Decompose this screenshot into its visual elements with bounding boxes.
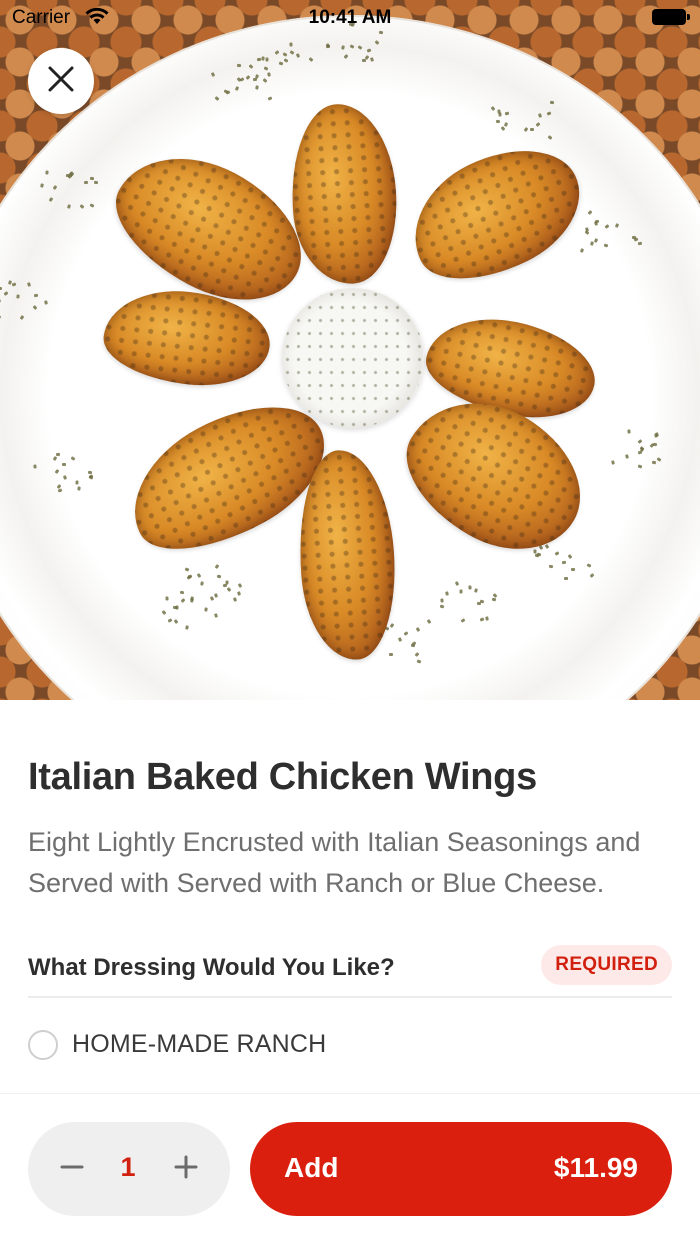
- close-icon: [47, 65, 75, 98]
- divider: [0, 1093, 700, 1094]
- decrease-quantity-button[interactable]: [48, 1145, 96, 1193]
- herb-flake: [236, 63, 242, 67]
- herb-flake: [61, 462, 66, 466]
- herb-flake: [495, 119, 500, 123]
- herb-flake: [549, 100, 555, 104]
- herb-flake: [603, 243, 609, 248]
- status-bar: Carrier 10:41 AM: [0, 0, 700, 38]
- herb-flake: [529, 128, 534, 132]
- herb-flake: [362, 59, 367, 63]
- option-label: HOME-MADE RANCH: [72, 1030, 327, 1058]
- herb-flake: [87, 470, 92, 474]
- herb-flake: [637, 464, 643, 469]
- herb-flake: [548, 564, 553, 568]
- herb-flake: [236, 591, 241, 596]
- herb-flake: [640, 447, 644, 452]
- section-title: What Dressing Would You Like?: [28, 954, 395, 981]
- herb-flake: [224, 580, 229, 585]
- herb-flake: [265, 57, 269, 62]
- herb-flake: [84, 180, 89, 184]
- herb-flake: [252, 77, 258, 81]
- quantity-stepper: 1: [28, 1122, 230, 1216]
- plus-icon: [174, 1155, 198, 1184]
- herb-flake: [627, 429, 631, 434]
- herb-flake: [173, 605, 178, 609]
- herb-flake: [388, 653, 393, 657]
- herb-flake: [651, 460, 657, 465]
- herb-flake: [458, 589, 463, 594]
- herb-flake: [564, 576, 569, 580]
- herb-flake: [632, 236, 637, 240]
- quantity-value: 1: [120, 1152, 136, 1182]
- herb-flake: [594, 219, 600, 223]
- herb-flake: [503, 121, 508, 127]
- herb-flake: [93, 180, 98, 184]
- increase-quantity-button[interactable]: [162, 1145, 210, 1193]
- option-home-made-ranch[interactable]: HOME-MADE RANCH: [28, 1024, 672, 1068]
- dressing-section-header: What Dressing Would You Like? REQUIRED: [28, 944, 672, 998]
- herb-flake: [0, 286, 3, 290]
- item-photo: [0, 0, 700, 700]
- herb-flake: [570, 568, 575, 572]
- herb-flake: [33, 464, 37, 469]
- item-description: Eight Lightly Encrusted with Italian Sea…: [28, 827, 641, 898]
- herb-flake: [189, 595, 194, 601]
- herb-flake: [411, 643, 416, 648]
- close-button[interactable]: [28, 48, 94, 114]
- add-button-label: Add: [284, 1152, 339, 1183]
- minus-icon: [60, 1155, 84, 1184]
- add-button-price: $11.99: [553, 1152, 638, 1183]
- required-badge: REQUIRED: [541, 945, 672, 985]
- battery-icon: [652, 9, 690, 25]
- herb-flake: [89, 176, 94, 180]
- herb-flake: [179, 590, 185, 595]
- herb-flake: [498, 112, 502, 117]
- herb-flake: [468, 585, 472, 590]
- add-to-cart-button[interactable]: Add $11.99: [250, 1122, 672, 1216]
- clock: 10:41 AM: [308, 7, 392, 28]
- radio-button[interactable]: [28, 1030, 58, 1060]
- ranch-dip-cup: [282, 288, 424, 428]
- item-title: Italian Baked Chicken Wings: [28, 756, 537, 798]
- herb-flake: [479, 599, 484, 604]
- herb-flake: [75, 480, 79, 485]
- herb-flake: [45, 170, 49, 175]
- herb-flake: [255, 84, 259, 90]
- herb-flake: [165, 595, 169, 601]
